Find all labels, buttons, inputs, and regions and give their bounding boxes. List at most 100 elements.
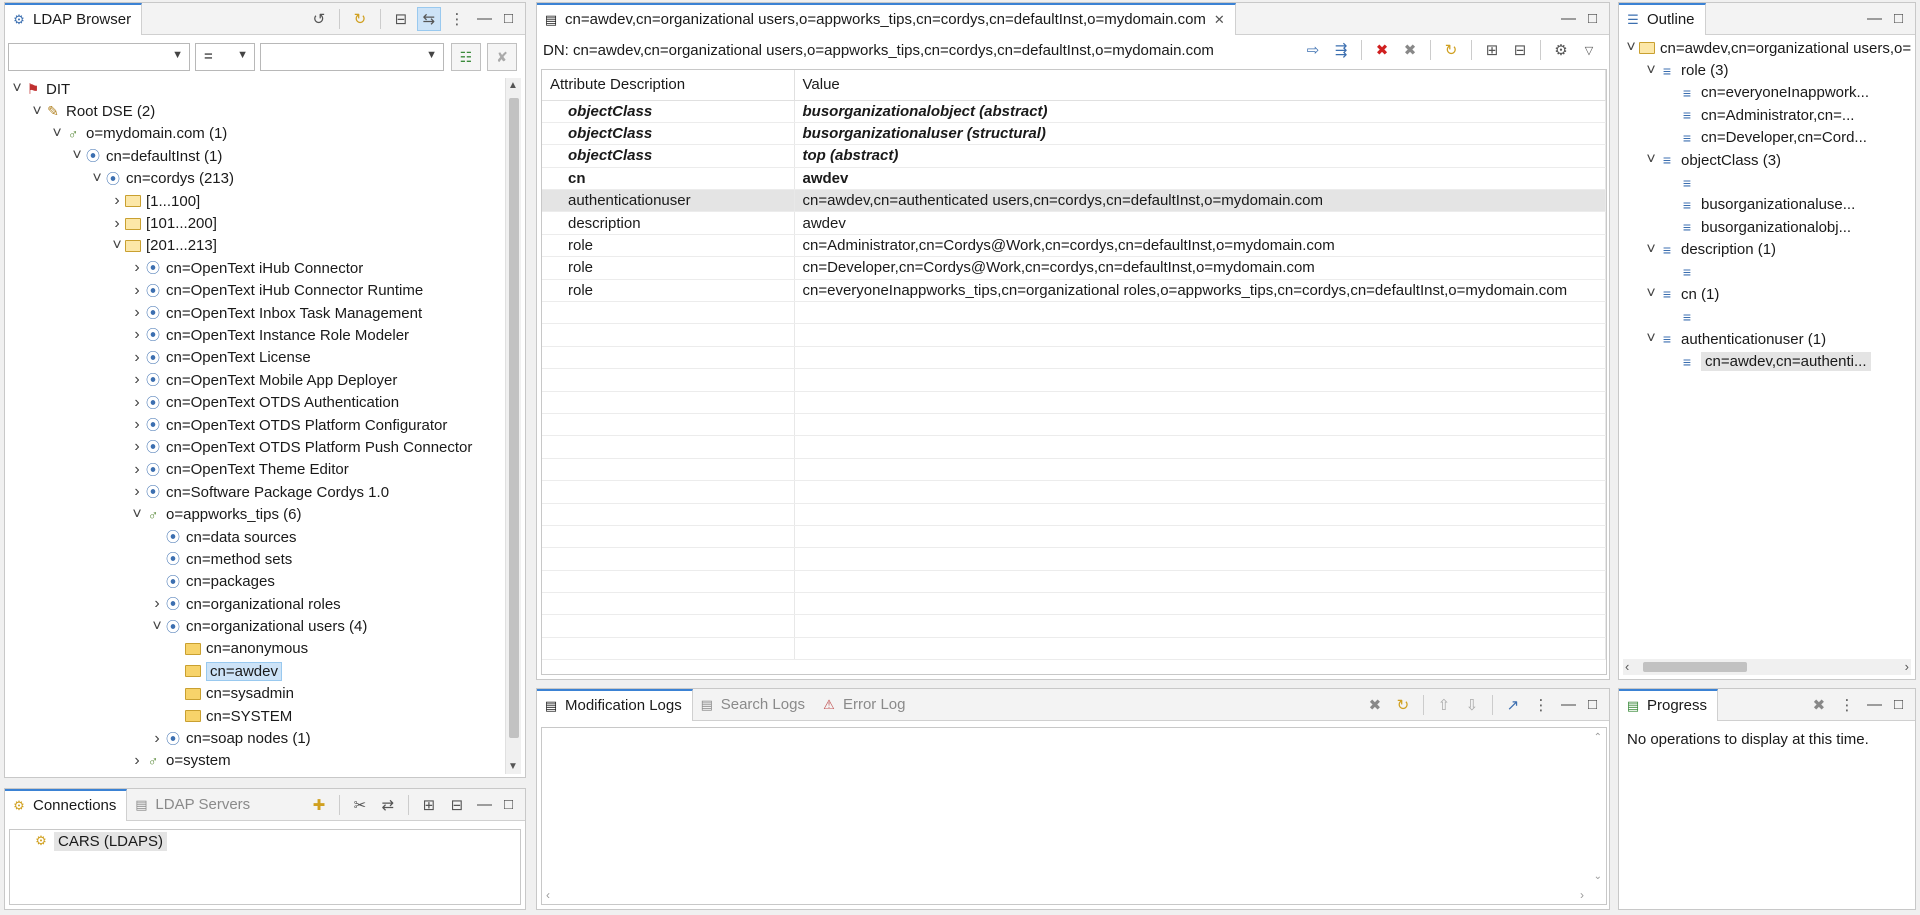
outline-item[interactable]: ˅ ≡ authenticationuser (1) bbox=[1623, 328, 1913, 350]
outline-hscrollbar[interactable]: ‹ › bbox=[1623, 659, 1911, 675]
chevron-down-icon[interactable]: ˅ bbox=[69, 147, 85, 165]
tree-item[interactable]: ⦿ cn=packages bbox=[9, 571, 505, 593]
chevron-down-icon[interactable]: ˅ bbox=[1623, 39, 1639, 57]
outline-item[interactable]: ≡ busorganizationaluse... bbox=[1623, 194, 1913, 216]
tree-item[interactable]: › ⦿ cn=soap nodes (1) bbox=[9, 727, 505, 749]
chevron-right-icon[interactable]: › bbox=[129, 349, 145, 367]
tree-item[interactable]: ˅ ⦿ cn=defaultInst (1) bbox=[9, 145, 505, 167]
outline-item[interactable]: ˅ ≡ description (1) bbox=[1623, 239, 1913, 261]
col-value[interactable]: Value bbox=[794, 70, 1606, 101]
chevron-right-icon[interactable]: › bbox=[149, 730, 165, 748]
chevron-down-icon[interactable]: ˅ bbox=[29, 103, 45, 121]
maximize-icon[interactable]: □ bbox=[1588, 696, 1597, 713]
clear-filter-button[interactable]: ✘ bbox=[487, 43, 517, 71]
export-icon[interactable]: ↗ bbox=[1501, 693, 1525, 717]
link-icon[interactable]: ⇆ bbox=[416, 6, 441, 31]
outline-item[interactable]: ≡ bbox=[1623, 171, 1913, 193]
tree-item[interactable]: › ⦿ cn=OpenText Instance Role Modeler bbox=[9, 324, 505, 346]
chevron-right-icon[interactable]: › bbox=[129, 371, 145, 389]
maximize-icon[interactable]: □ bbox=[504, 10, 513, 27]
minimize-icon[interactable]: — bbox=[1867, 696, 1882, 713]
collapse-all-icon[interactable]: ⊟ bbox=[1508, 38, 1532, 62]
tab-connections[interactable]: ⚙ Connections bbox=[5, 788, 128, 821]
outline-item[interactable]: ≡ busorganizationalobj... bbox=[1623, 216, 1913, 238]
chevron-right-icon[interactable]: › bbox=[109, 215, 125, 233]
maximize-icon[interactable]: □ bbox=[1588, 10, 1597, 27]
view-menu-icon[interactable]: ⋮ bbox=[1529, 693, 1553, 717]
log-text-area[interactable]: ⌃ ⌄ ‹ › bbox=[541, 727, 1607, 905]
close-icon[interactable]: ✕ bbox=[1214, 12, 1225, 28]
tree-item[interactable]: ˅ ⦿ cn=organizational users (4) bbox=[9, 615, 505, 637]
expand-all-icon[interactable]: ⊞ bbox=[1480, 38, 1504, 62]
tree-item[interactable]: › ♂ o=system bbox=[9, 750, 505, 772]
chevron-down-icon[interactable]: ˅ bbox=[149, 618, 165, 636]
minimize-icon[interactable]: — bbox=[477, 796, 492, 813]
collapse-all-icon[interactable]: ⊟ bbox=[389, 7, 413, 31]
outline-item[interactable]: ≡ cn=everyoneInappwork... bbox=[1623, 82, 1913, 104]
chevron-right-icon[interactable]: › bbox=[129, 438, 145, 456]
tree-item[interactable]: cn=awdev bbox=[9, 660, 505, 682]
scroll-left-icon[interactable]: ‹ bbox=[546, 888, 550, 902]
attribute-value-cell[interactable]: busorganizationaluser (structural) bbox=[794, 122, 1606, 146]
attribute-value-cell[interactable]: awdev bbox=[794, 211, 1606, 235]
scroll-thumb[interactable] bbox=[509, 98, 519, 738]
outline-item[interactable]: ˅ ≡ role (3) bbox=[1623, 59, 1913, 81]
value-filter-combo[interactable]: ▼ bbox=[260, 43, 444, 71]
operator-filter-combo[interactable]: = ▼ bbox=[195, 43, 255, 71]
tree-item[interactable]: ˅ ✎ Root DSE (2) bbox=[9, 100, 505, 122]
scroll-right-icon[interactable]: › bbox=[1905, 659, 1909, 674]
table-row[interactable]: objectClass busorganizationaluser (struct… bbox=[542, 122, 1606, 146]
view-menu-icon[interactable]: ▽ bbox=[1577, 38, 1601, 62]
tree-item[interactable]: cn=sysadmin bbox=[9, 683, 505, 705]
outline-item[interactable]: ˅ ≡ objectClass (3) bbox=[1623, 149, 1913, 171]
chevron-down-icon[interactable]: ˅ bbox=[1643, 330, 1659, 348]
chevron-right-icon[interactable]: › bbox=[129, 394, 145, 412]
chevron-down-icon[interactable]: ˅ bbox=[1643, 241, 1659, 259]
scroll-left-icon[interactable]: ‹ bbox=[1625, 659, 1629, 674]
chevron-down-icon[interactable]: ˅ bbox=[49, 125, 65, 143]
tab-entry-editor[interactable]: ▤ cn=awdev,cn=organizational users,o=app… bbox=[537, 2, 1236, 35]
tree-item[interactable]: › [101...200] bbox=[9, 212, 505, 234]
chevron-right-icon[interactable]: › bbox=[129, 483, 145, 501]
apply-filter-button[interactable]: ☷ bbox=[451, 43, 481, 71]
previous-icon[interactable]: ⇧ bbox=[1432, 693, 1456, 717]
chevron-right-icon[interactable]: › bbox=[129, 752, 145, 770]
tab-search-logs[interactable]: ▤ Search Logs bbox=[693, 689, 815, 721]
scroll-up-icon[interactable]: ▲ bbox=[508, 80, 518, 91]
outline-item[interactable]: ≡ bbox=[1623, 261, 1913, 283]
chevron-down-icon[interactable]: ˅ bbox=[1643, 62, 1659, 80]
refresh-icon[interactable]: ↻ bbox=[348, 7, 372, 31]
chevron-down-icon[interactable]: ˅ bbox=[1643, 285, 1659, 303]
new-attribute-icon[interactable]: ⇶ bbox=[1329, 38, 1353, 62]
chevron-down-icon[interactable]: ˅ bbox=[1643, 151, 1659, 169]
outline-item[interactable]: ≡ cn=awdev,cn=authenti... bbox=[1623, 350, 1913, 372]
tree-item[interactable]: › ⦿ cn=OpenText OTDS Platform Configurator bbox=[9, 414, 505, 436]
table-row[interactable]: objectClass busorganizationalobject (abst… bbox=[542, 100, 1606, 123]
scroll-up-icon[interactable]: ⌃ bbox=[1594, 732, 1602, 743]
tree-item[interactable]: cn=SYSTEM bbox=[9, 705, 505, 727]
tree-item[interactable]: ˅ ♂ o=appworks_tips (6) bbox=[9, 503, 505, 525]
expand-all-icon[interactable]: ⊞ bbox=[417, 793, 441, 817]
attribute-value-cell[interactable]: cn=awdev,cn=authenticated users,cn=cordy… bbox=[794, 189, 1606, 213]
outline-item[interactable]: ≡ cn=Developer,cn=Cord... bbox=[1623, 127, 1913, 149]
tree-item[interactable]: › [1...100] bbox=[9, 190, 505, 212]
maximize-icon[interactable]: □ bbox=[1894, 10, 1903, 27]
tree-item[interactable]: ⦿ cn=data sources bbox=[9, 526, 505, 548]
link-with-editor-icon[interactable]: ↺ bbox=[307, 7, 331, 31]
connection-item[interactable]: ⚙ CARS (LDAPS) bbox=[10, 830, 520, 852]
tab-ldap-browser[interactable]: ⚙ LDAP Browser bbox=[5, 2, 143, 35]
attribute-value-cell[interactable]: cn=everyoneInappworks_tips,cn=organizati… bbox=[794, 279, 1606, 303]
chevron-right-icon[interactable]: › bbox=[129, 461, 145, 479]
tree-item[interactable]: › ⦿ cn=OpenText OTDS Platform Push Connect… bbox=[9, 436, 505, 458]
attribute-value-cell[interactable]: cn=Developer,cn=Cordys@Work,cn=cordys,cn… bbox=[794, 256, 1606, 280]
table-row[interactable]: cn awdev bbox=[542, 167, 1606, 191]
tree-item[interactable]: ˅ [201...213] bbox=[9, 235, 505, 257]
collapse-all-icon[interactable]: ⊟ bbox=[445, 793, 469, 817]
minimize-icon[interactable]: — bbox=[1867, 10, 1882, 27]
tab-ldap-servers[interactable]: ▤ LDAP Servers bbox=[127, 789, 260, 821]
tree-item[interactable]: › ⦿ cn=OpenText License bbox=[9, 347, 505, 369]
tree-item[interactable]: ⦿ cn=method sets bbox=[9, 548, 505, 570]
scroll-down-icon[interactable]: ▼ bbox=[508, 761, 518, 772]
attribute-value-cell[interactable]: busorganizationalobject (abstract) bbox=[794, 100, 1606, 123]
chevron-down-icon[interactable]: ˅ bbox=[89, 170, 105, 188]
